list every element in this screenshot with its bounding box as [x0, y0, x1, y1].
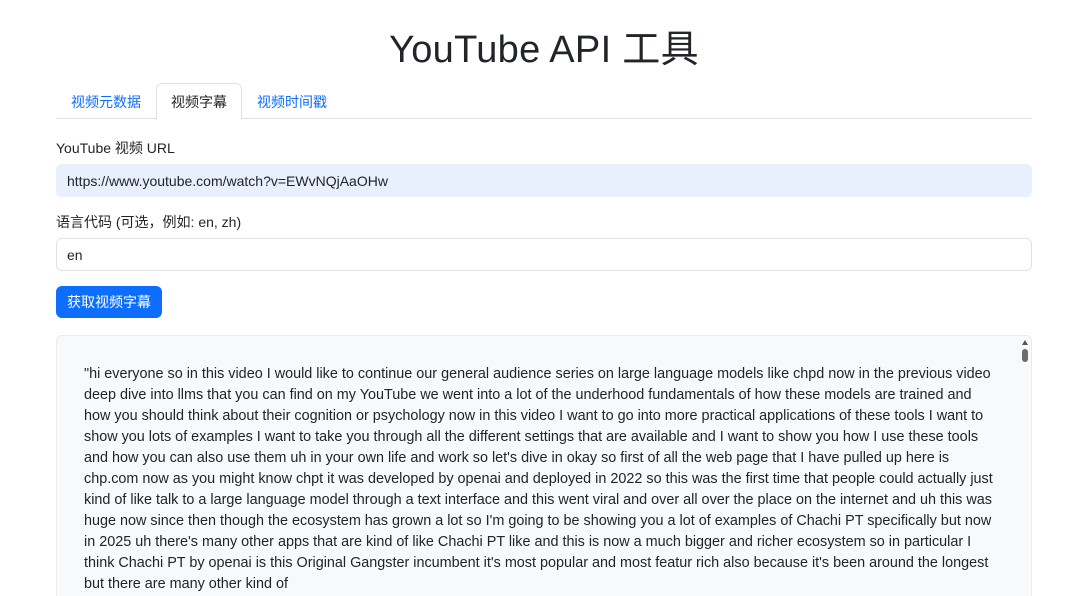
scroll-up-icon[interactable] — [1022, 340, 1028, 345]
language-input[interactable] — [56, 238, 1032, 271]
tab-video-timestamps[interactable]: 视频时间戳 — [242, 83, 342, 119]
scrollbar[interactable] — [1019, 336, 1031, 596]
tab-video-metadata[interactable]: 视频元数据 — [56, 83, 156, 119]
url-label: YouTube 视频 URL — [56, 140, 175, 156]
subtitle-result-box[interactable]: "hi everyone so in this video I would li… — [56, 335, 1032, 596]
language-label: 语言代码 (可选，例如: en, zh) — [56, 214, 242, 230]
url-input[interactable] — [56, 164, 1032, 197]
tab-bar: 视频元数据 视频字幕 视频时间戳 — [56, 83, 1032, 120]
page-title: YouTube API 工具 — [389, 29, 699, 71]
tab-video-subtitles[interactable]: 视频字幕 — [156, 83, 242, 120]
fetch-subtitles-button[interactable]: 获取视频字幕 — [56, 286, 162, 318]
scroll-thumb[interactable] — [1022, 349, 1028, 362]
subtitle-text: "hi everyone so in this video I would li… — [84, 366, 993, 592]
